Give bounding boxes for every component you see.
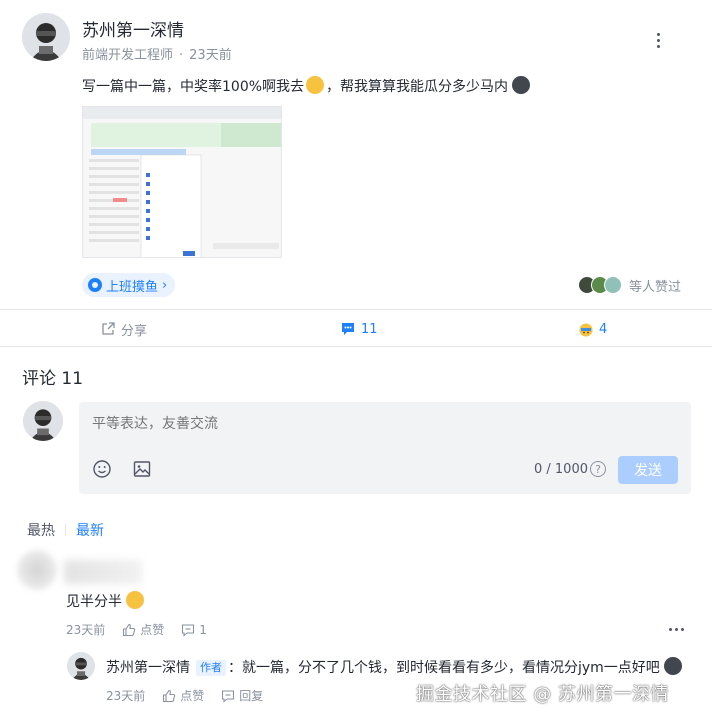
help-icon[interactable]: ? — [590, 461, 606, 477]
emoji-icon[interactable] — [92, 459, 112, 479]
watermark: 掘金技术社区 @ 苏州第一深情 — [416, 684, 669, 705]
like-count: 4 — [599, 321, 608, 337]
liker-avatar — [604, 276, 622, 294]
share-label: 分享 — [121, 323, 148, 339]
reply-meta: 23天前 点赞 回复 — [106, 687, 280, 704]
author-badge: 作者 — [196, 660, 226, 676]
thinking-emoji-icon — [126, 591, 144, 609]
reply-icon — [182, 623, 195, 637]
author-avatar[interactable] — [22, 13, 70, 61]
send-button[interactable]: 发送 — [618, 456, 678, 484]
reply-like-label: 点赞 — [180, 689, 205, 703]
reply-time: 23天前 — [106, 689, 146, 703]
likers-text: 等人赞过 — [629, 279, 682, 295]
commenter-name-blurred[interactable] — [64, 560, 142, 584]
reply-text: 苏州第一深情 作者 ：就一篇，分不了几个钱，到时候看看有多少，看情况分jym一点好吧 — [106, 657, 684, 678]
share-icon — [102, 322, 115, 335]
post-image-thumbnail[interactable] — [82, 106, 282, 258]
dark-face-emoji-icon — [663, 657, 682, 675]
reply-reply-button[interactable]: 回复 — [221, 687, 263, 704]
author-name[interactable]: 苏州第一深情 — [82, 16, 184, 41]
chevron-right-icon: › — [162, 277, 168, 293]
sort-tabs: 最热 最新 — [27, 520, 104, 540]
dark-face-emoji-icon — [512, 76, 531, 94]
comment-text-content: 见半分半 — [66, 594, 122, 610]
spreadsheet-screenshot-image — [83, 107, 281, 257]
post-text-part1: 写一篇中一篇，中奖率100%啊我去 — [82, 79, 305, 95]
reply-icon — [222, 689, 235, 703]
comment-like-label: 点赞 — [140, 623, 165, 637]
tab-hot[interactable]: 最热 — [27, 520, 55, 540]
topic-tag[interactable]: 上班摸鱼 › — [82, 273, 176, 297]
smirk-emoji-icon — [306, 76, 325, 94]
likers-list[interactable]: 等人赞过 — [578, 275, 681, 295]
reply-like-button[interactable]: 点赞 — [162, 687, 204, 704]
comment-meta: 23天前 点赞 1 — [66, 621, 224, 638]
author-title: 前端开发工程师 — [82, 48, 174, 63]
post-content: 写一篇中一篇，中奖率100%啊我去 ，帮我算算我能瓜分多少马内 — [82, 76, 532, 97]
action-bar: 分享 11 4 — [0, 309, 712, 347]
reply-reply-label: 回复 — [239, 689, 264, 703]
share-button[interactable]: 分享 — [100, 319, 147, 339]
more-options-icon[interactable] — [648, 30, 668, 50]
post-text-part2: ，帮我算算我能瓜分多少马内 — [326, 79, 509, 95]
comment-time: 23天前 — [66, 623, 106, 637]
comment-button[interactable]: 11 — [340, 319, 378, 339]
tab-newest[interactable]: 最新 — [76, 520, 104, 540]
comment-input[interactable] — [92, 414, 592, 434]
reply-author-avatar[interactable] — [67, 652, 95, 680]
comment-reply-count: 1 — [199, 622, 207, 637]
sort-divider — [65, 524, 66, 536]
like-button[interactable]: 4 — [578, 319, 607, 339]
comment-count: 11 — [361, 321, 378, 337]
reply-text-content: ：就一篇，分不了几个钱，到时候看看有多少，看情况分jym一点好吧 — [228, 660, 660, 676]
commenter-avatar-blurred[interactable] — [17, 550, 57, 590]
comment-icon — [342, 323, 354, 335]
thumbs-up-icon — [163, 689, 176, 702]
comment-more-icon[interactable] — [666, 619, 686, 639]
like-emoji-icon — [579, 323, 593, 337]
comment-like-button[interactable]: 点赞 — [122, 621, 164, 638]
comment-reply-button[interactable]: 1 — [181, 623, 207, 637]
topic-icon — [88, 278, 102, 292]
post-card: 苏州第一深情 前端开发工程师 · 23天前 写一篇中一篇，中奖率100%啊我去 ，帮我… — [0, 0, 712, 348]
thumbs-up-icon — [123, 623, 136, 636]
post-time: 23天前 — [189, 48, 232, 63]
current-user-avatar — [23, 401, 63, 441]
image-upload-icon[interactable] — [132, 459, 152, 479]
reply-author-name[interactable]: 苏州第一深情 — [106, 660, 190, 676]
comment-text: 见半分半 — [66, 591, 146, 612]
char-counter: 0 / 1000 — [534, 462, 588, 477]
author-meta: 前端开发工程师 · 23天前 — [82, 44, 232, 63]
comments-title: 评论 11 — [22, 369, 84, 389]
topic-label: 上班摸鱼 — [106, 279, 159, 295]
meta-separator: · — [179, 48, 184, 63]
